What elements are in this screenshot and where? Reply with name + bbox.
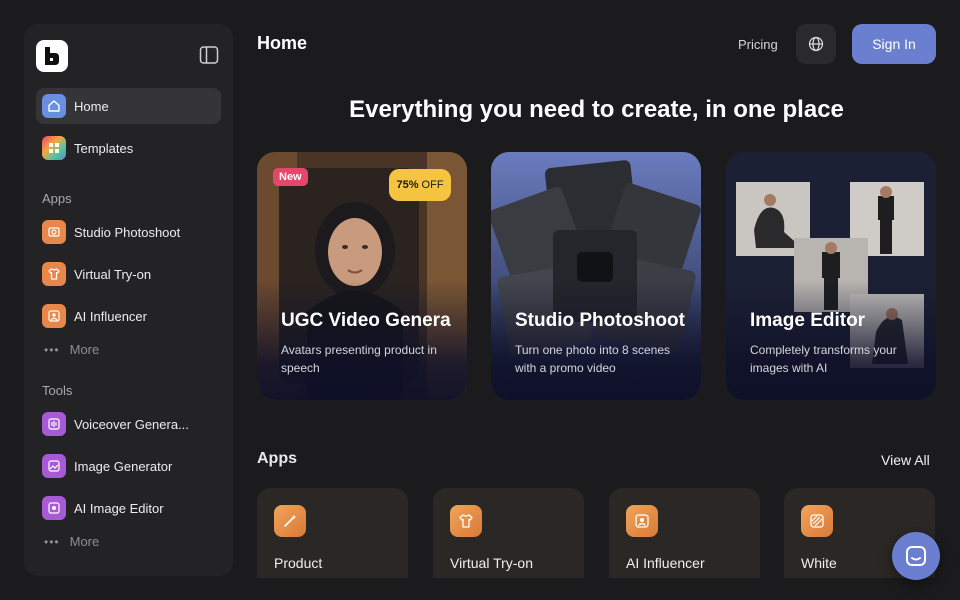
- brand-logo-icon[interactable]: [36, 40, 68, 72]
- sidebar: Home Templates Apps Studio Photoshoot Vi…: [24, 24, 233, 576]
- card-gradient: [491, 280, 701, 400]
- discount-badge: 75% OFF: [389, 169, 451, 201]
- sidebar-item-label: Image Generator: [74, 458, 173, 474]
- card-title: Image Editor: [750, 310, 866, 331]
- sign-in-button[interactable]: Sign In: [852, 24, 936, 64]
- sidebar-item-label: Home: [74, 98, 109, 114]
- magic-wand-icon: [274, 505, 306, 537]
- card-description: Turn one photo into 8 scenes with a prom…: [515, 343, 670, 375]
- tools-section-label: Tools: [42, 383, 73, 398]
- sidebar-item-label: Studio Photoshoot: [74, 224, 181, 240]
- apps-section-label: Apps: [42, 191, 72, 206]
- sidebar-item-label: Virtual Try-on: [74, 266, 152, 282]
- feature-card-image-editor[interactable]: Image Editor Completely transforms your …: [726, 152, 936, 400]
- sidebar-item-voiceover-generator[interactable]: Voiceover Genera...: [36, 406, 221, 442]
- app-label: Product: [274, 555, 323, 571]
- home-icon: [42, 94, 66, 118]
- sidebar-item-label: AI Image Editor: [74, 500, 164, 516]
- sidebar-item-studio-photoshoot[interactable]: Studio Photoshoot: [36, 214, 221, 250]
- hero-headline: Everything you need to create, in one pl…: [349, 96, 844, 123]
- discount-value: 75%: [396, 179, 419, 191]
- page-title: Home: [257, 33, 308, 53]
- chat-icon: [906, 546, 926, 566]
- apps-more-link[interactable]: ••• More: [44, 342, 99, 357]
- image-editor-icon: [42, 496, 66, 520]
- feature-card-studio-photoshoot[interactable]: Studio Photoshoot Turn one photo into 8 …: [491, 152, 701, 400]
- sidebar-item-label: Voiceover Genera...: [74, 416, 189, 432]
- more-dots-icon: •••: [44, 342, 60, 357]
- more-dots-icon: •••: [44, 534, 60, 549]
- photoshoot-icon: [42, 220, 66, 244]
- more-label: More: [69, 534, 100, 549]
- apps-section-title: Apps: [257, 450, 297, 467]
- pricing-link[interactable]: Pricing: [738, 37, 778, 52]
- sidebar-item-ai-image-editor[interactable]: AI Image Editor: [36, 490, 221, 526]
- app-label: Virtual Try-on: [450, 555, 533, 571]
- stripes-icon: [801, 505, 833, 537]
- voiceover-icon: [42, 412, 66, 436]
- card-gradient: [726, 280, 936, 400]
- app-label: AI Influencer: [626, 555, 705, 571]
- sidebar-item-home[interactable]: Home: [36, 88, 221, 124]
- influencer-icon: [42, 304, 66, 328]
- sidebar-item-label: Templates: [74, 140, 134, 156]
- new-badge: New: [273, 168, 308, 186]
- card-description: Completely transforms your images with A…: [750, 343, 897, 375]
- bottom-edge: [0, 578, 960, 600]
- app-label: White: [801, 555, 837, 571]
- templates-grid-icon: [42, 136, 66, 160]
- card-description: Avatars presenting product in speech: [281, 343, 437, 375]
- sidebar-item-image-generator[interactable]: Image Generator: [36, 448, 221, 484]
- globe-icon: [808, 36, 824, 52]
- influencer-icon: [626, 505, 658, 537]
- feature-card-ugc-video[interactable]: New 75% OFF UGC Video Genera Avatars pre…: [257, 152, 467, 400]
- language-button[interactable]: [796, 24, 836, 64]
- more-label: More: [69, 342, 100, 357]
- image-generator-icon: [42, 454, 66, 478]
- discount-suffix: OFF: [421, 179, 444, 191]
- tools-more-link[interactable]: ••• More: [44, 534, 99, 549]
- card-title: UGC Video Genera: [281, 310, 451, 331]
- tshirt-icon: [42, 262, 66, 286]
- sidebar-item-ai-influencer[interactable]: AI Influencer: [36, 298, 221, 334]
- sidebar-toggle-icon[interactable]: [198, 44, 220, 66]
- chat-support-button[interactable]: [892, 532, 940, 580]
- card-gradient: [257, 280, 467, 400]
- sidebar-item-label: AI Influencer: [74, 308, 147, 324]
- sidebar-item-templates[interactable]: Templates: [36, 130, 221, 166]
- tshirt-icon: [450, 505, 482, 537]
- sidebar-item-virtual-try-on[interactable]: Virtual Try-on: [36, 256, 221, 292]
- card-title: Studio Photoshoot: [515, 310, 685, 331]
- view-all-link[interactable]: View All: [881, 452, 930, 468]
